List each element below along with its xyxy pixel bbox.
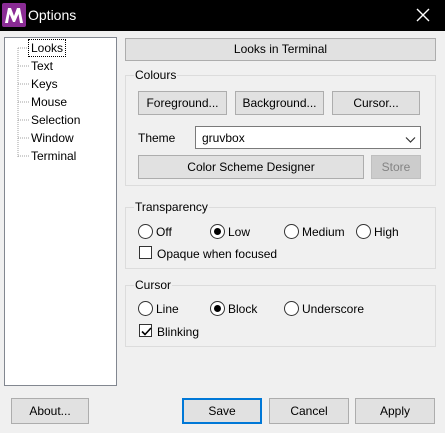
apply-button[interactable]: Apply [355, 398, 435, 424]
title-bar[interactable]: Options [0, 0, 445, 31]
transparency-off-radio[interactable] [138, 224, 153, 239]
opaque-when-focused-checkbox[interactable] [139, 246, 152, 259]
theme-select[interactable]: gruvbox [195, 126, 421, 149]
foreground-button[interactable]: Foreground... [138, 91, 227, 115]
theme-label: Theme [138, 131, 176, 145]
color-scheme-designer-button[interactable]: Color Scheme Designer [138, 155, 364, 179]
about-button[interactable]: About... [11, 398, 89, 424]
cursor-line-label[interactable]: Line [156, 302, 179, 316]
cursor-colour-button[interactable]: Cursor... [332, 91, 420, 115]
cursor-block-label[interactable]: Block [228, 302, 257, 316]
tree-item-selection[interactable]: Selection [29, 112, 82, 128]
store-button: Store [371, 155, 421, 179]
tree-item-keys[interactable]: Keys [29, 76, 60, 92]
tree-item-text[interactable]: Text [29, 58, 55, 74]
blinking-checkbox[interactable] [139, 324, 152, 337]
transparency-medium-label[interactable]: Medium [302, 225, 345, 239]
tree-item-looks[interactable]: Looks [27, 39, 67, 57]
category-tree[interactable]: Looks Text Keys Mouse Selection Window T… [4, 37, 117, 386]
transparency-low-label[interactable]: Low [228, 225, 250, 239]
cancel-button[interactable]: Cancel [269, 398, 349, 424]
theme-select-value: gruvbox [202, 131, 245, 145]
transparency-high-radio[interactable] [356, 224, 371, 239]
transparency-off-label[interactable]: Off [156, 225, 172, 239]
cursor-line-radio[interactable] [138, 301, 153, 316]
save-button[interactable]: Save [182, 398, 262, 424]
transparency-group-title: Transparency [134, 200, 209, 214]
checkmark-icon [141, 327, 152, 336]
tree-item-mouse[interactable]: Mouse [29, 94, 69, 110]
opaque-when-focused-label[interactable]: Opaque when focused [157, 247, 277, 261]
app-icon [2, 3, 26, 27]
tree-item-terminal[interactable]: Terminal [29, 148, 78, 164]
cursor-underscore-label[interactable]: Underscore [302, 302, 364, 316]
colours-group-title: Colours [134, 68, 178, 82]
section-header: Looks in Terminal [125, 38, 436, 61]
background-button[interactable]: Background... [235, 91, 324, 115]
cursor-underscore-radio[interactable] [284, 301, 299, 316]
chevron-down-icon [405, 133, 416, 147]
transparency-medium-radio[interactable] [284, 224, 299, 239]
transparency-high-label[interactable]: High [374, 225, 399, 239]
cursor-block-radio[interactable] [210, 301, 225, 316]
window-title: Options [28, 7, 77, 23]
tree-item-window[interactable]: Window [29, 130, 76, 146]
close-icon[interactable] [413, 5, 433, 25]
transparency-low-radio[interactable] [210, 224, 225, 239]
cursor-group-title: Cursor [134, 278, 173, 292]
blinking-label[interactable]: Blinking [157, 325, 199, 339]
